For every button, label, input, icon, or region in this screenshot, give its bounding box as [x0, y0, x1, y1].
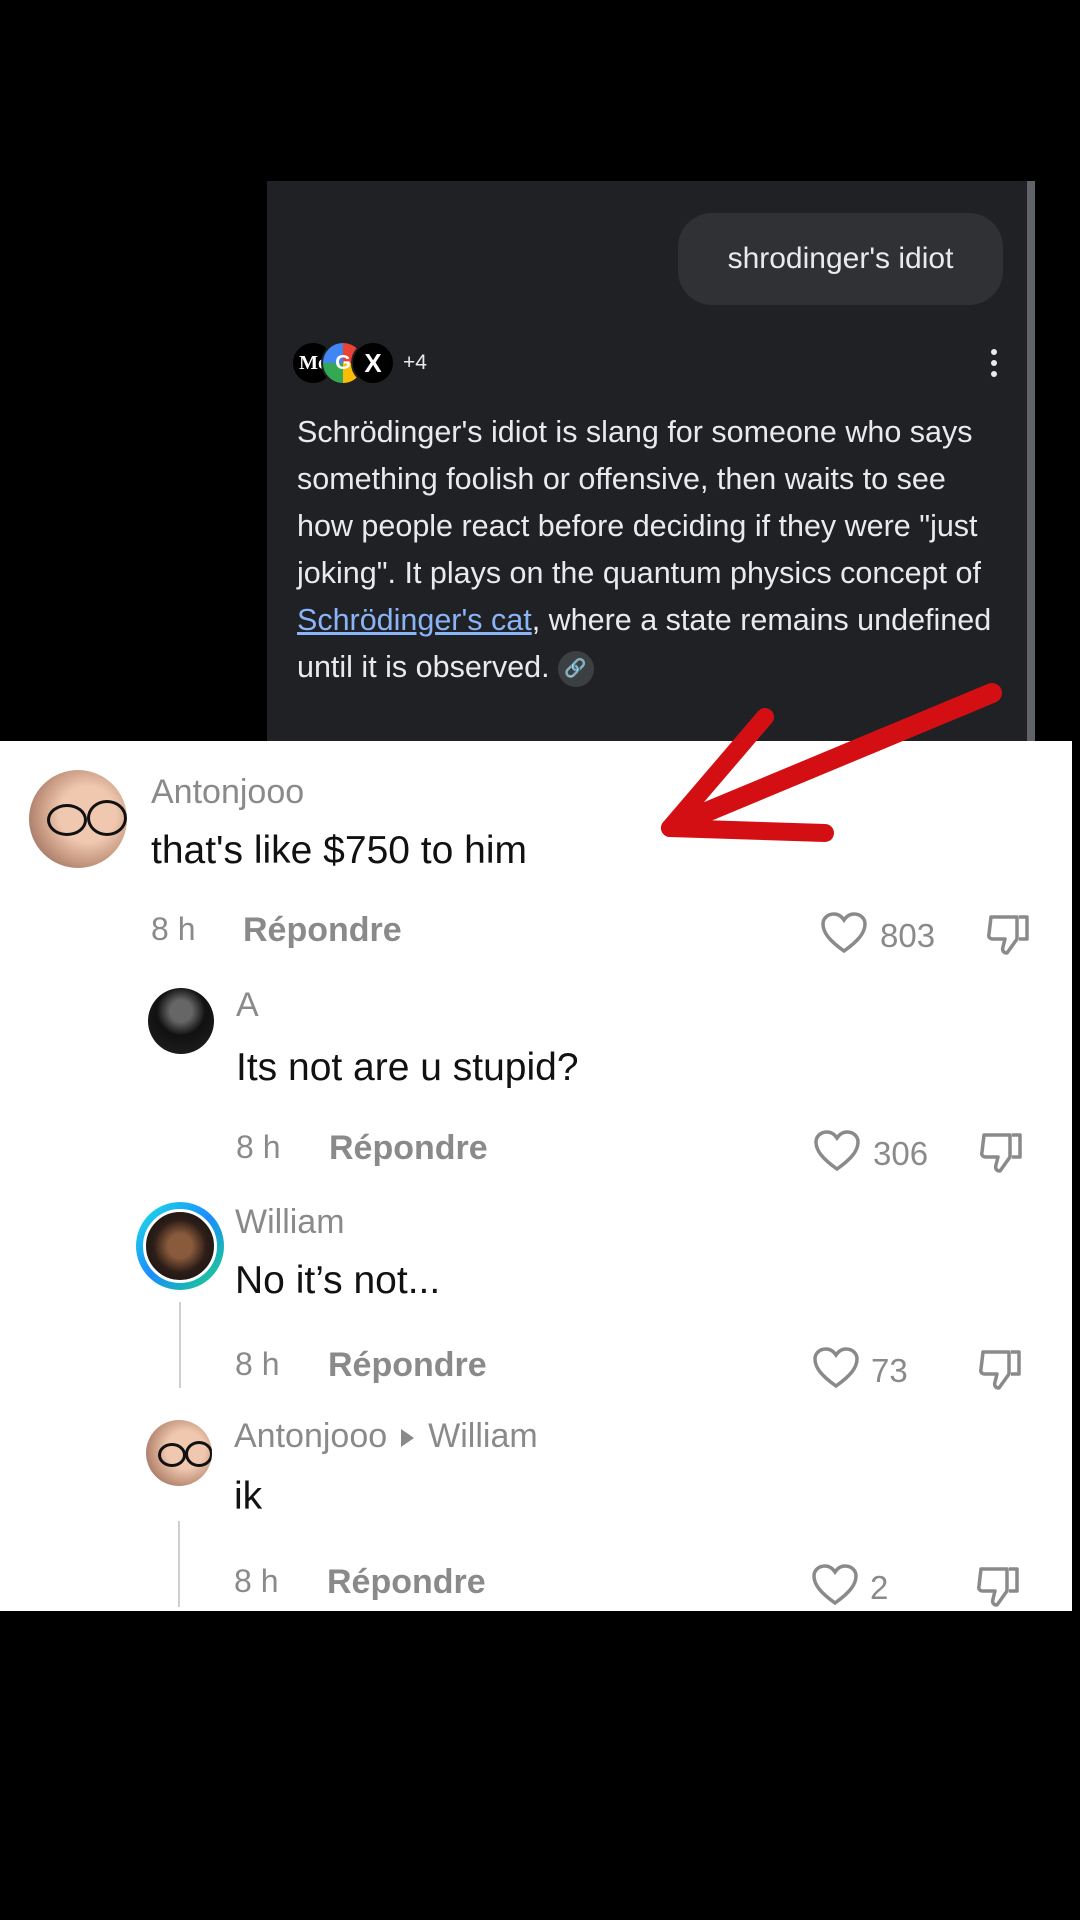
- like-count: 306: [873, 1135, 929, 1172]
- heart-icon[interactable]: [813, 1129, 861, 1173]
- schrodingers-cat-link[interactable]: Schrödinger's cat: [297, 603, 532, 637]
- avatar[interactable]: [146, 1420, 212, 1486]
- timestamp: 8 h: [236, 1129, 281, 1165]
- comments-panel: Antonjooo that's like $750 to him 8 h Ré…: [0, 741, 1072, 1611]
- ai-answer-text: Schrödinger's idiot is slang for someone…: [297, 409, 1007, 691]
- comment-text: No it’s not...: [235, 1259, 441, 1302]
- dislike-icon[interactable]: [977, 1346, 1023, 1392]
- avatar-with-story-ring[interactable]: [136, 1202, 224, 1290]
- heart-icon[interactable]: [812, 1346, 860, 1390]
- username[interactable]: Antonjooo: [151, 773, 304, 812]
- username[interactable]: William: [235, 1203, 345, 1242]
- avatar: [143, 1209, 217, 1283]
- dislike-icon[interactable]: [978, 1129, 1024, 1175]
- thread-line: [179, 1302, 181, 1388]
- like-count: 2: [870, 1569, 889, 1606]
- thread-line: [178, 1521, 180, 1607]
- timestamp: 8 h: [235, 1346, 280, 1382]
- username[interactable]: Antonjooo William: [234, 1417, 538, 1456]
- ai-overview-panel: shrodinger's idiot Mc G X +4 Schrödinger…: [267, 181, 1035, 741]
- query-text: shrodinger's idiot: [727, 242, 954, 275]
- comment-text: that's like $750 to him: [151, 829, 527, 872]
- timestamp: 8 h: [151, 911, 196, 947]
- avatar[interactable]: [148, 988, 214, 1054]
- heart-icon[interactable]: [820, 911, 868, 955]
- timestamp: 8 h: [234, 1563, 279, 1599]
- query-bubble: shrodinger's idiot: [678, 213, 1003, 305]
- reply-button[interactable]: Répondre: [327, 1563, 486, 1602]
- source-icons[interactable]: Mc G X +4: [291, 341, 427, 385]
- comment-text: ik: [234, 1475, 263, 1518]
- comment-text: Its not are u stupid?: [236, 1046, 579, 1089]
- reply-to-username: William: [428, 1417, 538, 1455]
- dislike-icon[interactable]: [975, 1563, 1021, 1609]
- link-icon[interactable]: 🔗: [557, 650, 594, 687]
- more-options-icon[interactable]: [991, 349, 997, 377]
- reply-button[interactable]: Répondre: [329, 1129, 488, 1168]
- source-x-icon[interactable]: X: [351, 341, 395, 385]
- reply-button[interactable]: Répondre: [243, 911, 402, 950]
- username[interactable]: A: [236, 986, 259, 1025]
- heart-icon[interactable]: [811, 1563, 859, 1607]
- reply-to-arrow-icon: [401, 1429, 415, 1448]
- avatar[interactable]: [29, 770, 127, 868]
- scrollbar[interactable]: [1027, 181, 1035, 741]
- sources-more-count[interactable]: +4: [403, 351, 427, 375]
- dislike-icon[interactable]: [985, 911, 1031, 957]
- reply-button[interactable]: Répondre: [328, 1346, 487, 1385]
- like-count: 73: [871, 1352, 908, 1389]
- like-count: 803: [880, 917, 936, 954]
